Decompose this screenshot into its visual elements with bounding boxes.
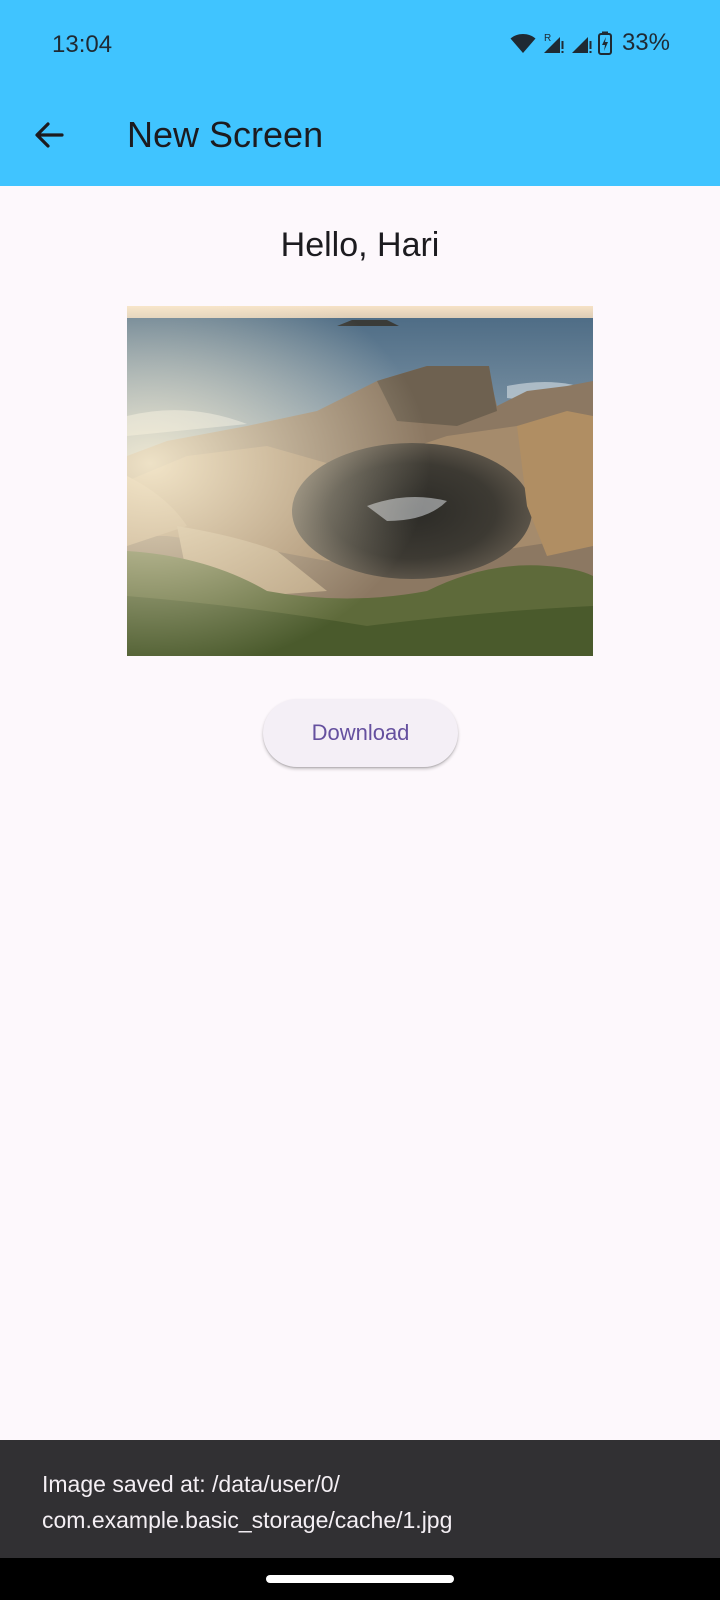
status-time: 13:04 [52, 31, 113, 58]
main-content: Hello, Hari Download [0, 186, 720, 1440]
wifi-icon [510, 32, 536, 54]
home-gesture-handle[interactable] [266, 1575, 454, 1583]
status-icons: R 33% [510, 29, 670, 57]
snackbar-message-line1: Image saved at: /data/user/0/ [42, 1471, 340, 1497]
battery-charging-icon [597, 31, 612, 55]
signal-icon [570, 31, 592, 55]
page-title: New Screen [127, 114, 324, 155]
snackbar: Image saved at: /data/user/0/ com.exampl… [0, 1440, 720, 1558]
app-bar: New Screen [0, 88, 720, 186]
battery-percent: 33% [621, 29, 670, 56]
roaming-indicator: R [544, 33, 551, 44]
app-screen: 13:04 R 33% New Screen Hello, Hari Downl… [0, 0, 720, 1600]
status-bar: 13:04 R 33% [0, 0, 720, 88]
greeting-text: Hello, Hari [280, 226, 440, 264]
download-button[interactable]: Download [263, 699, 458, 767]
back-button[interactable] [24, 112, 74, 162]
signal-roaming-icon: R [542, 31, 564, 55]
arrow-back-icon [33, 119, 65, 156]
snackbar-message-line2: com.example.basic_storage/cache/1.jpg [42, 1507, 453, 1533]
coastal-photo [127, 306, 593, 656]
